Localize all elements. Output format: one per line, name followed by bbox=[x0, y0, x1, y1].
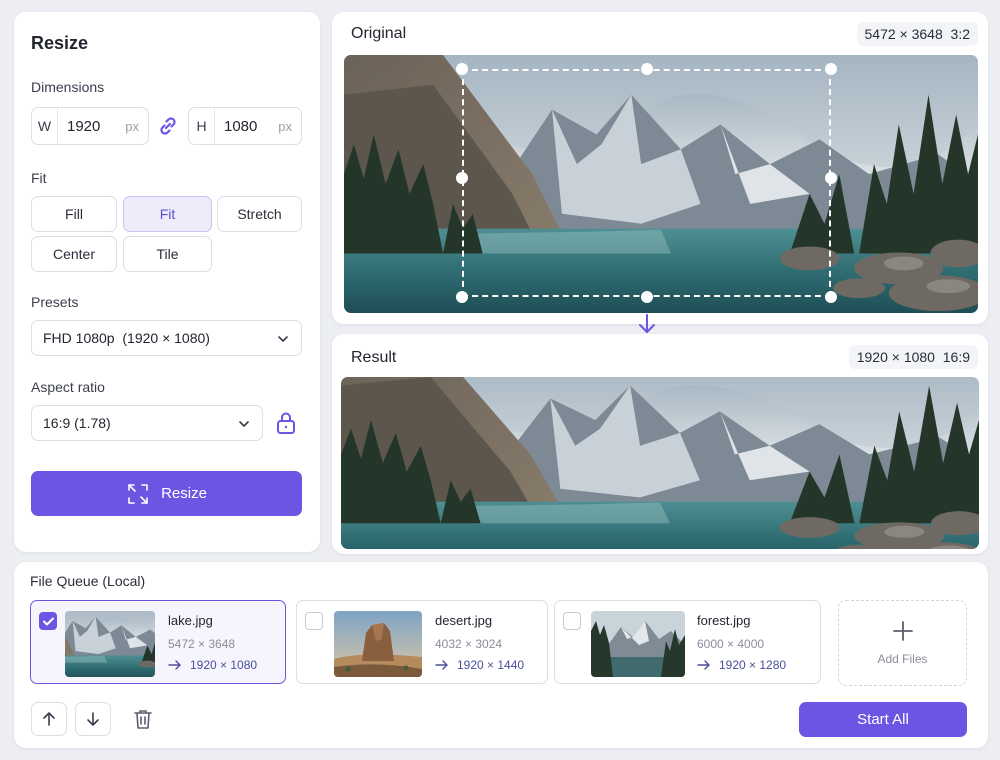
start-all-button[interactable]: Start All bbox=[799, 702, 967, 737]
file-dims: 6000 × 4000 bbox=[697, 637, 765, 651]
original-dims-badge: 5472 × 3648 3:2 bbox=[856, 22, 978, 46]
result-dims: 1920 × 1080 bbox=[856, 349, 935, 365]
trash-icon bbox=[134, 710, 152, 729]
width-field[interactable]: W px bbox=[31, 107, 149, 145]
width-prefix: W bbox=[32, 108, 58, 144]
file-card-lake[interactable]: lake.jpg 5472 × 3648 1920 × 1080 bbox=[30, 600, 286, 684]
crop-handle-left[interactable] bbox=[456, 172, 468, 184]
fit-option-stretch[interactable]: Stretch bbox=[217, 196, 302, 232]
file-thumbnail bbox=[591, 611, 685, 677]
file-output: 1920 × 1440 bbox=[435, 658, 524, 672]
preset-value: FHD 1080p (1920 × 1080) bbox=[43, 330, 210, 346]
height-prefix: H bbox=[189, 108, 215, 144]
original-ratio: 3:2 bbox=[950, 26, 970, 42]
crop-handle-right[interactable] bbox=[825, 172, 837, 184]
original-dims: 5472 × 3648 bbox=[864, 26, 943, 42]
fit-option-center[interactable]: Center bbox=[31, 236, 117, 272]
file-dims: 5472 × 3648 bbox=[168, 637, 236, 651]
move-down-button[interactable] bbox=[75, 702, 111, 736]
result-dims-badge: 1920 × 1080 16:9 bbox=[848, 345, 978, 369]
lock-icon[interactable] bbox=[274, 410, 298, 436]
crop-handle-bottom-left[interactable] bbox=[456, 291, 468, 303]
crop-handle-top-left[interactable] bbox=[456, 63, 468, 75]
preset-select[interactable]: FHD 1080p (1920 × 1080) bbox=[31, 320, 302, 356]
crop-box[interactable] bbox=[462, 69, 831, 297]
height-field[interactable]: H px bbox=[188, 107, 302, 145]
file-queue-panel: File Queue (Local) lake.jpg 5472 × 3648 … bbox=[14, 562, 988, 748]
file-thumbnail bbox=[65, 611, 155, 677]
height-input[interactable] bbox=[215, 117, 269, 135]
fit-label: Fit bbox=[31, 170, 47, 186]
crop-handle-bottom-right[interactable] bbox=[825, 291, 837, 303]
arrow-right-icon bbox=[697, 660, 710, 670]
height-unit: px bbox=[278, 118, 292, 134]
presets-label: Presets bbox=[31, 294, 79, 310]
file-queue-location: (Local) bbox=[102, 573, 146, 589]
arrow-up-icon bbox=[43, 712, 55, 726]
resize-arrows-icon bbox=[128, 483, 148, 504]
width-unit: px bbox=[125, 118, 139, 134]
file-output-dims: 1920 × 1080 bbox=[190, 658, 258, 672]
link-icon[interactable] bbox=[156, 114, 180, 138]
fit-option-fit[interactable]: Fit bbox=[123, 196, 212, 232]
file-name: lake.jpg bbox=[168, 613, 213, 628]
original-title: Original bbox=[351, 25, 407, 42]
arrow-down-icon bbox=[87, 712, 99, 726]
file-output: 1920 × 1280 bbox=[697, 658, 786, 672]
file-output: 1920 × 1080 bbox=[168, 658, 257, 672]
result-title: Result bbox=[351, 349, 397, 366]
file-name: forest.jpg bbox=[697, 613, 751, 628]
file-thumbnail bbox=[334, 611, 422, 677]
panel-title: Resize bbox=[31, 33, 89, 53]
file-queue-label: File Queue bbox=[30, 573, 99, 589]
result-image bbox=[341, 377, 979, 549]
file-queue-title: File Queue (Local) bbox=[30, 573, 145, 589]
arrow-right-icon bbox=[435, 660, 448, 670]
resize-button[interactable]: Resize bbox=[31, 471, 302, 516]
file-checkbox[interactable] bbox=[305, 612, 323, 630]
file-card-forest[interactable]: forest.jpg 6000 × 4000 1920 × 1280 bbox=[554, 600, 821, 684]
file-name: desert.jpg bbox=[435, 613, 493, 628]
file-card-desert[interactable]: desert.jpg 4032 × 3024 1920 × 1440 bbox=[296, 600, 548, 684]
result-ratio: 16:9 bbox=[942, 349, 970, 365]
width-input[interactable] bbox=[58, 117, 112, 135]
file-output-dims: 1920 × 1280 bbox=[719, 658, 787, 672]
add-files-label: Add Files bbox=[877, 652, 928, 666]
check-icon bbox=[42, 617, 54, 625]
result-preview-panel: Result 1920 × 1080 16:9 bbox=[332, 334, 988, 554]
chevron-down-icon bbox=[278, 336, 288, 342]
move-up-button[interactable] bbox=[31, 702, 67, 736]
original-preview-panel: Original 5472 × 3648 3:2 bbox=[332, 12, 988, 324]
arrow-down-icon bbox=[637, 313, 657, 335]
file-dims: 4032 × 3024 bbox=[435, 637, 503, 651]
aspect-ratio-label: Aspect ratio bbox=[31, 379, 105, 395]
crop-handle-top-right[interactable] bbox=[825, 63, 837, 75]
file-checkbox[interactable] bbox=[563, 612, 581, 630]
aspect-ratio-select[interactable]: 16:9 (1.78) bbox=[31, 405, 263, 441]
file-output-dims: 1920 × 1440 bbox=[457, 658, 525, 672]
arrow-right-icon bbox=[168, 660, 181, 670]
fit-option-tile[interactable]: Tile bbox=[123, 236, 212, 272]
delete-button[interactable] bbox=[132, 708, 154, 730]
plus-icon bbox=[892, 621, 913, 641]
resize-panel: Resize Dimensions W px H px Fit Fill Fit… bbox=[14, 12, 320, 552]
add-files-button[interactable]: Add Files bbox=[838, 600, 967, 686]
crop-handle-top[interactable] bbox=[641, 63, 653, 75]
chevron-down-icon bbox=[239, 421, 249, 427]
fit-option-fill[interactable]: Fill bbox=[31, 196, 117, 232]
resize-button-label: Resize bbox=[161, 485, 207, 502]
aspect-ratio-value: 16:9 (1.78) bbox=[43, 415, 111, 431]
crop-handle-bottom[interactable] bbox=[641, 291, 653, 303]
dimensions-label: Dimensions bbox=[31, 79, 105, 95]
file-checkbox[interactable] bbox=[39, 612, 57, 630]
